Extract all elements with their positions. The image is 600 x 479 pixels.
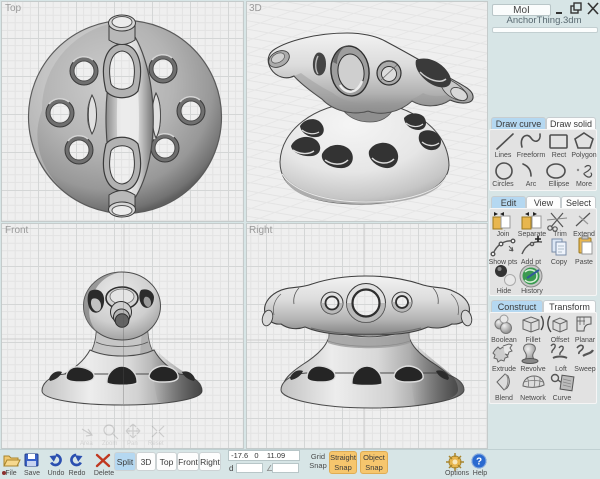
svg-text:Reset: Reset [148,441,164,447]
svg-text:Pan: Pan [127,441,138,447]
svg-text:Area: Area [80,441,93,447]
svg-text:?: ? [476,457,482,468]
svg-text:Zoom: Zoom [102,441,117,447]
